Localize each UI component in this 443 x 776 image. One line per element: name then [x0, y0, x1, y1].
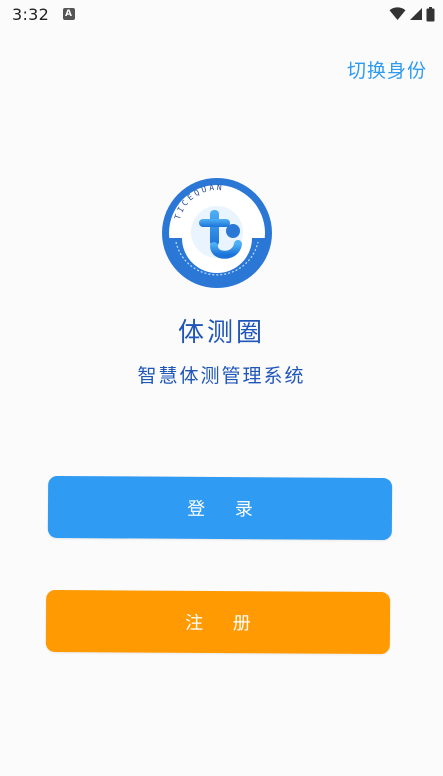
register-button-label: 注 册 [185, 612, 263, 635]
login-button-label: 登 录 [187, 498, 265, 521]
a-box-icon: A [63, 8, 75, 20]
app-logo: TICEQUAN [160, 176, 274, 290]
battery-icon [426, 6, 435, 21]
signal-icon [410, 8, 422, 20]
login-button[interactable]: 登 录 [47, 475, 393, 541]
register-button[interactable]: 注 册 [45, 589, 391, 655]
wifi-icon [389, 7, 406, 20]
app-name: 体测圈 [177, 318, 265, 348]
status-time: 3:32 [12, 5, 50, 24]
status-icons [389, 6, 435, 22]
app-subtitle: 智慧体测管理系统 [137, 365, 306, 387]
status-bar: 3:32 A [0, 0, 443, 30]
switch-identity-button[interactable]: 切换身份 [347, 56, 427, 83]
